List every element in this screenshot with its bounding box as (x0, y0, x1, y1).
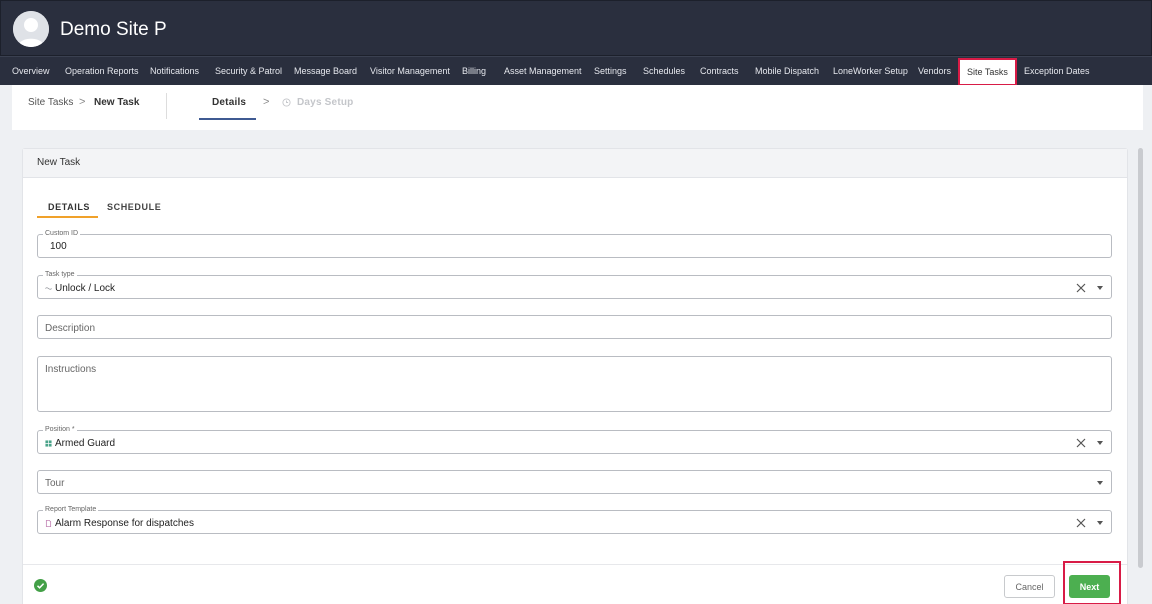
nav-item-overview[interactable]: Overview (12, 57, 50, 86)
chevron-down-icon[interactable] (1097, 441, 1103, 445)
task-type-value: Unlock / Lock (55, 283, 116, 294)
next-button[interactable]: Next (1069, 575, 1110, 598)
nav-item-notifications[interactable]: Notifications (150, 57, 199, 86)
breadcrumb-separator: > (79, 96, 86, 108)
clear-icon[interactable] (1075, 437, 1087, 449)
breadcrumb-current: New Task (94, 97, 140, 108)
custom-id-label: Custom ID (43, 229, 81, 239)
tab-details[interactable]: DETAILS (48, 202, 90, 212)
main-nav: Overview Operation Reports Notifications… (0, 56, 1152, 86)
document-icon (45, 520, 52, 527)
user-avatar-icon (13, 11, 49, 47)
report-template-display: Alarm Response for dispatches (45, 518, 194, 529)
chevron-down-icon[interactable] (1097, 286, 1103, 290)
subheader: Site Tasks > New Task Details > Days Set… (12, 85, 1143, 130)
clear-icon[interactable] (1075, 517, 1087, 529)
position-grid-icon (45, 440, 52, 447)
tab-active-indicator (37, 216, 98, 218)
position-label: Position * (43, 425, 77, 435)
step-details[interactable]: Details (212, 97, 246, 108)
site-header: Demo Site P (0, 0, 1152, 56)
position-value: Armed Guard (55, 438, 116, 449)
nav-item-visitor-management[interactable]: Visitor Management (370, 57, 450, 86)
card-footer: Cancel Next (23, 561, 1127, 604)
avatar[interactable] (13, 11, 49, 47)
chevron-down-icon[interactable] (1097, 481, 1103, 485)
nav-item-contracts[interactable]: Contracts (700, 57, 739, 86)
instructions-textarea[interactable]: Instructions (37, 356, 1112, 412)
nav-item-site-tasks[interactable]: Site Tasks (958, 58, 1017, 86)
divider (166, 93, 167, 119)
nav-item-loneworker-setup[interactable]: LoneWorker Setup (833, 57, 908, 86)
nav-item-billing[interactable]: Billing (462, 57, 486, 86)
check-circle-icon (34, 579, 47, 592)
task-type-display: Unlock / Lock (45, 283, 115, 294)
position-display: Armed Guard (45, 438, 115, 449)
nav-item-exception-dates[interactable]: Exception Dates (1024, 57, 1090, 86)
site-title: Demo Site P (60, 19, 167, 40)
instructions-placeholder: Instructions (45, 364, 97, 375)
task-type-select[interactable]: Task type Unlock / Lock (37, 270, 1112, 299)
custom-id-value: 100 (50, 241, 67, 252)
nav-item-message-board[interactable]: Message Board (294, 57, 357, 86)
nav-item-asset-management[interactable]: Asset Management (504, 57, 582, 86)
nav-item-security-patrol[interactable]: Security & Patrol (215, 57, 282, 86)
nav-item-schedules[interactable]: Schedules (643, 57, 685, 86)
step-days-setup[interactable]: Days Setup (297, 97, 353, 108)
breadcrumb-site-tasks[interactable]: Site Tasks (28, 97, 73, 108)
card-title: New Task (37, 157, 81, 168)
tour-select[interactable]: Tour (37, 470, 1112, 494)
new-task-card: New Task DETAILS SCHEDULE Custom ID 100 … (22, 148, 1128, 604)
card-header: New Task (23, 149, 1127, 178)
clear-icon[interactable] (1075, 282, 1087, 294)
tab-schedule[interactable]: SCHEDULE (107, 202, 161, 212)
nav-item-operation-reports[interactable]: Operation Reports (65, 57, 139, 86)
description-placeholder: Description (45, 323, 96, 334)
step-active-indicator (199, 118, 256, 120)
report-template-select[interactable]: Report Template Alarm Response for dispa… (37, 505, 1112, 534)
nav-item-vendors[interactable]: Vendors (918, 57, 951, 86)
report-template-value: Alarm Response for dispatches (55, 518, 194, 529)
position-select[interactable]: Position * Armed Guard (37, 425, 1112, 454)
task-type-label: Task type (43, 270, 77, 280)
cancel-button[interactable]: Cancel (1004, 575, 1055, 598)
clock-icon (282, 98, 291, 107)
nav-item-mobile-dispatch[interactable]: Mobile Dispatch (755, 57, 819, 86)
step-separator: > (263, 96, 270, 108)
chevron-down-icon[interactable] (1097, 521, 1103, 525)
nav-item-settings[interactable]: Settings (594, 57, 627, 86)
scrollbar[interactable] (1138, 148, 1143, 568)
custom-id-field[interactable]: Custom ID 100 (37, 229, 1112, 258)
tour-placeholder: Tour (45, 478, 65, 489)
unlock-lock-icon (45, 287, 52, 290)
description-input[interactable]: Description (37, 315, 1112, 339)
report-template-label: Report Template (43, 505, 99, 515)
